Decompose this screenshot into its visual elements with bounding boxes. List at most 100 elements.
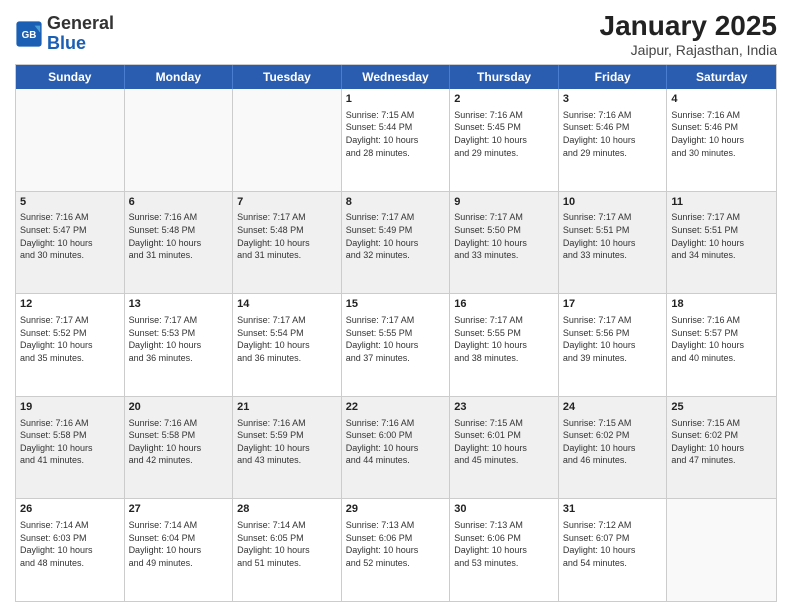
day-info: Sunrise: 7:16 AM Sunset: 5:58 PM Dayligh… — [20, 417, 120, 467]
day-number: 30 — [454, 502, 554, 517]
day-info: Sunrise: 7:16 AM Sunset: 5:46 PM Dayligh… — [563, 109, 663, 159]
day-cell — [233, 89, 342, 191]
day-info: Sunrise: 7:16 AM Sunset: 5:48 PM Dayligh… — [129, 211, 229, 261]
day-number: 3 — [563, 92, 663, 107]
day-number: 22 — [346, 400, 446, 415]
month-title: January 2025 — [600, 10, 777, 42]
day-cell: 19Sunrise: 7:16 AM Sunset: 5:58 PM Dayli… — [16, 397, 125, 499]
day-info: Sunrise: 7:15 AM Sunset: 6:02 PM Dayligh… — [563, 417, 663, 467]
day-cell: 14 Sunrise: 7:17 AM Sunset: 5:54 PM Dayli… — [233, 294, 342, 396]
day-cell: 9Sunrise: 7:17 AM Sunset: 5:50 PM Daylig… — [450, 192, 559, 294]
day-header-sunday: Sunday — [16, 65, 125, 89]
day-number: 16 — [454, 297, 554, 312]
day-number: 8 — [346, 195, 446, 210]
day-cell: 5Sunrise: 7:16 AM Sunset: 5:47 PM Daylig… — [16, 192, 125, 294]
day-info: Sunrise: 7:17 AM Sunset: 5:49 PM Dayligh… — [346, 211, 446, 261]
day-cell: 31 Sunrise: 7:12 AM Sunset: 6:07 PM Dayli… — [559, 499, 668, 601]
day-cell: 27Sunrise: 7:14 AM Sunset: 6:04 PM Dayli… — [125, 499, 234, 601]
day-cell: 6Sunrise: 7:16 AM Sunset: 5:48 PM Daylig… — [125, 192, 234, 294]
day-header-monday: Monday — [125, 65, 234, 89]
day-cell: 28 Sunrise: 7:14 AM Sunset: 6:05 PM Dayli… — [233, 499, 342, 601]
day-number: 9 — [454, 195, 554, 210]
week-row-5: 26 Sunrise: 7:14 AM Sunset: 6:03 PM Dayli… — [16, 499, 776, 601]
day-info: Sunrise: 7:15 AM Sunset: 5:44 PM Dayligh… — [346, 109, 446, 159]
day-number: 23 — [454, 400, 554, 415]
day-number: 10 — [563, 195, 663, 210]
day-info: Sunrise: 7:17 AM Sunset: 5:50 PM Dayligh… — [454, 211, 554, 261]
day-info: Sunrise: 7:17 AM Sunset: 5:51 PM Dayligh… — [563, 211, 663, 261]
day-number: 13 — [129, 297, 229, 312]
day-cell — [667, 499, 776, 601]
day-number: 29 — [346, 502, 446, 517]
day-number: 6 — [129, 195, 229, 210]
day-info: Sunrise: 7:13 AM Sunset: 6:06 PM Dayligh… — [454, 519, 554, 569]
day-info: Sunrise: 7:17 AM Sunset: 5:55 PM Dayligh… — [454, 314, 554, 364]
day-number: 15 — [346, 297, 446, 312]
logo-blue-text: Blue — [47, 33, 86, 53]
day-info: Sunrise: 7:12 AM Sunset: 6:07 PM Dayligh… — [563, 519, 663, 569]
day-info: Sunrise: 7:16 AM Sunset: 5:59 PM Dayligh… — [237, 417, 337, 467]
day-info: Sunrise: 7:13 AM Sunset: 6:06 PM Dayligh… — [346, 519, 446, 569]
day-number: 28 — [237, 502, 337, 517]
day-cell: 7Sunrise: 7:17 AM Sunset: 5:48 PM Daylig… — [233, 192, 342, 294]
day-cell: 13 Sunrise: 7:17 AM Sunset: 5:53 PM Dayli… — [125, 294, 234, 396]
day-number: 24 — [563, 400, 663, 415]
day-info: Sunrise: 7:17 AM Sunset: 5:56 PM Dayligh… — [563, 314, 663, 364]
day-cell: 18 Sunrise: 7:16 AM Sunset: 5:57 PM Dayli… — [667, 294, 776, 396]
day-header-tuesday: Tuesday — [233, 65, 342, 89]
day-number: 5 — [20, 195, 120, 210]
day-info: Sunrise: 7:17 AM Sunset: 5:54 PM Dayligh… — [237, 314, 337, 364]
day-header-friday: Friday — [559, 65, 668, 89]
day-cell: 22Sunrise: 7:16 AM Sunset: 6:00 PM Dayli… — [342, 397, 451, 499]
day-info: Sunrise: 7:16 AM Sunset: 5:57 PM Dayligh… — [671, 314, 772, 364]
day-cell: 30 Sunrise: 7:13 AM Sunset: 6:06 PM Dayli… — [450, 499, 559, 601]
day-number: 21 — [237, 400, 337, 415]
day-info: Sunrise: 7:17 AM Sunset: 5:55 PM Dayligh… — [346, 314, 446, 364]
day-cell: 24 Sunrise: 7:15 AM Sunset: 6:02 PM Dayli… — [559, 397, 668, 499]
day-info: Sunrise: 7:17 AM Sunset: 5:53 PM Dayligh… — [129, 314, 229, 364]
day-number: 26 — [20, 502, 120, 517]
day-number: 17 — [563, 297, 663, 312]
day-number: 20 — [129, 400, 229, 415]
title-section: January 2025 Jaipur, Rajasthan, India — [600, 10, 777, 58]
day-info: Sunrise: 7:14 AM Sunset: 6:03 PM Dayligh… — [20, 519, 120, 569]
week-row-4: 19Sunrise: 7:16 AM Sunset: 5:58 PM Dayli… — [16, 397, 776, 500]
day-info: Sunrise: 7:17 AM Sunset: 5:48 PM Dayligh… — [237, 211, 337, 261]
day-number: 11 — [671, 195, 772, 210]
day-cell: 12Sunrise: 7:17 AM Sunset: 5:52 PM Dayli… — [16, 294, 125, 396]
week-row-3: 12Sunrise: 7:17 AM Sunset: 5:52 PM Dayli… — [16, 294, 776, 397]
day-cell: 23 Sunrise: 7:15 AM Sunset: 6:01 PM Dayli… — [450, 397, 559, 499]
day-number: 27 — [129, 502, 229, 517]
day-cell: 29 Sunrise: 7:13 AM Sunset: 6:06 PM Dayli… — [342, 499, 451, 601]
day-header-wednesday: Wednesday — [342, 65, 451, 89]
day-number: 1 — [346, 92, 446, 107]
day-number: 4 — [671, 92, 772, 107]
day-cell: 17 Sunrise: 7:17 AM Sunset: 5:56 PM Dayli… — [559, 294, 668, 396]
day-cell: 16 Sunrise: 7:17 AM Sunset: 5:55 PM Dayli… — [450, 294, 559, 396]
day-info: Sunrise: 7:16 AM Sunset: 5:58 PM Dayligh… — [129, 417, 229, 467]
day-header-thursday: Thursday — [450, 65, 559, 89]
day-header-saturday: Saturday — [667, 65, 776, 89]
day-number: 31 — [563, 502, 663, 517]
calendar-container: GB General Blue January 2025 Jaipur, Raj… — [0, 0, 792, 612]
day-cell: 4Sunrise: 7:16 AM Sunset: 5:46 PM Daylig… — [667, 89, 776, 191]
weeks: 1 Sunrise: 7:15 AM Sunset: 5:44 PM Daylig… — [16, 89, 776, 601]
day-number: 18 — [671, 297, 772, 312]
week-row-1: 1 Sunrise: 7:15 AM Sunset: 5:44 PM Daylig… — [16, 89, 776, 192]
day-cell: 11Sunrise: 7:17 AM Sunset: 5:51 PM Dayli… — [667, 192, 776, 294]
svg-text:GB: GB — [22, 30, 37, 41]
logo-icon: GB — [15, 20, 43, 48]
day-cell — [125, 89, 234, 191]
logo-text: General Blue — [47, 14, 114, 54]
day-cell: 20 Sunrise: 7:16 AM Sunset: 5:58 PM Dayli… — [125, 397, 234, 499]
day-info: Sunrise: 7:15 AM Sunset: 6:01 PM Dayligh… — [454, 417, 554, 467]
day-info: Sunrise: 7:15 AM Sunset: 6:02 PM Dayligh… — [671, 417, 772, 467]
day-number: 2 — [454, 92, 554, 107]
day-info: Sunrise: 7:14 AM Sunset: 6:05 PM Dayligh… — [237, 519, 337, 569]
day-cell: 25Sunrise: 7:15 AM Sunset: 6:02 PM Dayli… — [667, 397, 776, 499]
day-info: Sunrise: 7:17 AM Sunset: 5:51 PM Dayligh… — [671, 211, 772, 261]
day-cell: 21 Sunrise: 7:16 AM Sunset: 5:59 PM Dayli… — [233, 397, 342, 499]
day-number: 14 — [237, 297, 337, 312]
calendar: SundayMondayTuesdayWednesdayThursdayFrid… — [15, 64, 777, 602]
day-info: Sunrise: 7:16 AM Sunset: 5:45 PM Dayligh… — [454, 109, 554, 159]
